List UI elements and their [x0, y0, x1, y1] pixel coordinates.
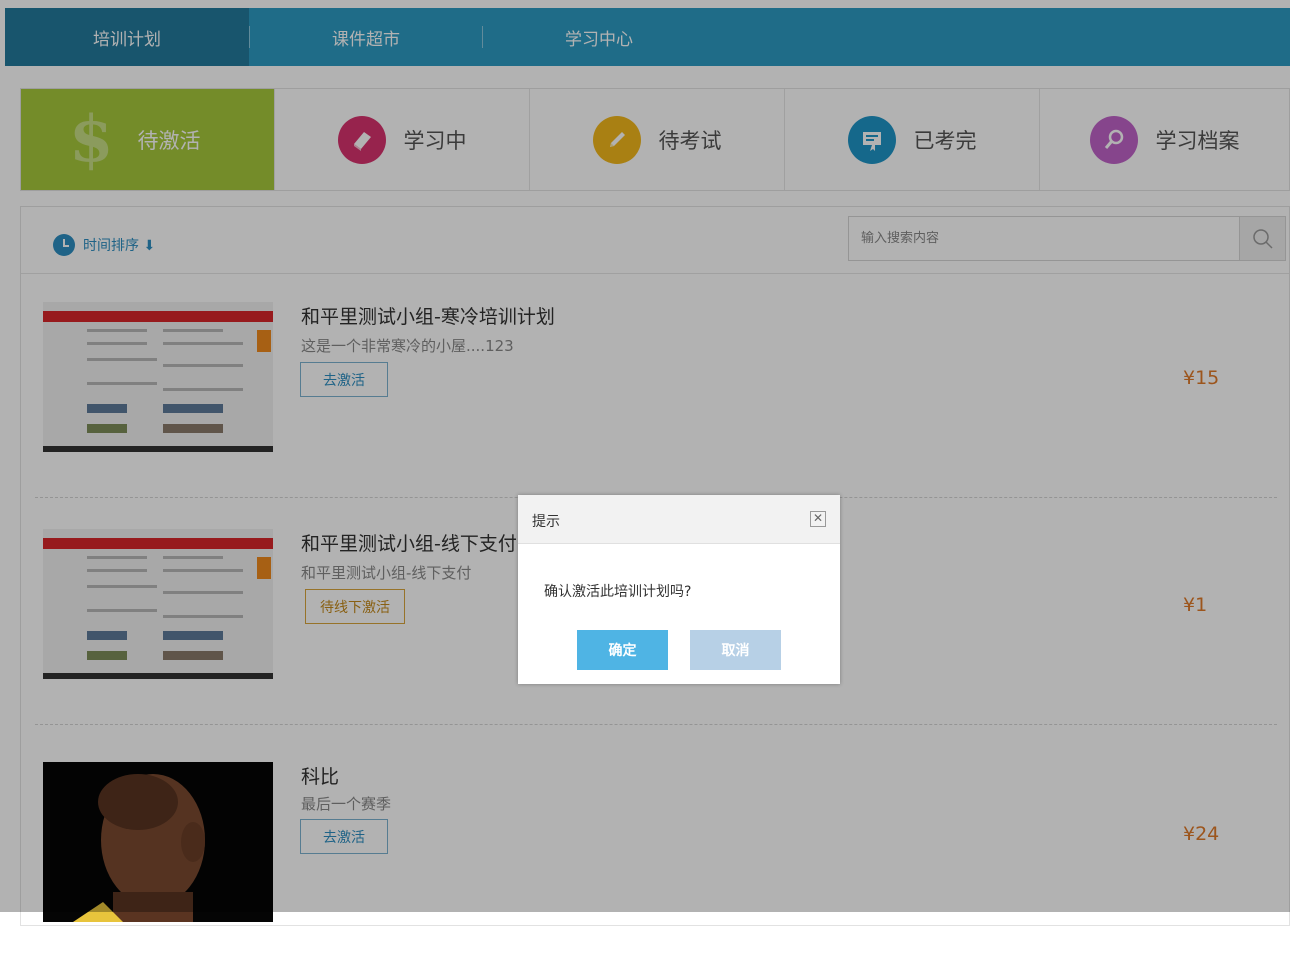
close-icon[interactable]: ✕ — [810, 511, 826, 527]
cancel-button[interactable]: 取消 — [690, 630, 781, 670]
confirm-button[interactable]: 确定 — [577, 630, 668, 670]
dialog-title: 提示 — [532, 514, 560, 530]
dialog-header: 提示 ✕ — [518, 495, 840, 544]
dialog-message: 确认激活此培训计划吗? — [544, 584, 692, 600]
confirm-dialog: 提示 ✕ 确认激活此培训计划吗? 确定 取消 — [518, 495, 840, 684]
modal-overlay[interactable] — [0, 0, 1290, 912]
